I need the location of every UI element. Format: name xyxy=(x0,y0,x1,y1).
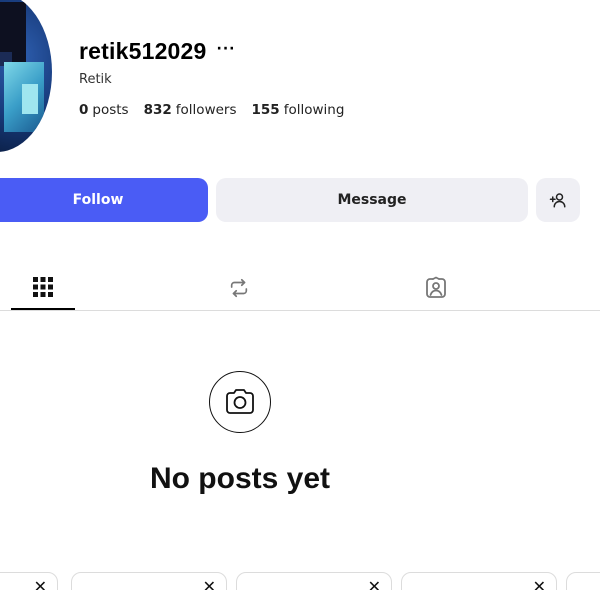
tab-grid[interactable] xyxy=(11,265,75,310)
close-icon[interactable]: ✕ xyxy=(203,577,216,590)
following-stat[interactable]: 155 following xyxy=(252,102,345,118)
message-button[interactable]: Message xyxy=(216,178,528,222)
followers-stat[interactable]: 832 followers xyxy=(144,102,237,118)
tagged-person-icon xyxy=(426,276,446,298)
suggestion-card[interactable] xyxy=(566,572,600,590)
close-icon[interactable]: ✕ xyxy=(368,577,381,590)
suggestion-card[interactable]: ✕ xyxy=(236,572,392,590)
add-user-button[interactable] xyxy=(536,178,580,222)
suggestion-card[interactable]: ✕ xyxy=(401,572,557,590)
ellipsis-icon[interactable]: ··· xyxy=(217,41,236,57)
empty-state-camera xyxy=(209,371,271,433)
posts-count: 0 xyxy=(79,102,89,118)
suggestion-card[interactable]: ✕ xyxy=(71,572,227,590)
followers-label: followers xyxy=(175,102,237,118)
following-count: 155 xyxy=(251,102,280,118)
close-icon[interactable]: ✕ xyxy=(533,577,546,590)
tab-tagged[interactable] xyxy=(404,265,468,311)
posts-label: posts xyxy=(92,102,129,118)
username-row: retik512029 ··· xyxy=(79,38,236,65)
posts-stat[interactable]: 0 posts xyxy=(79,102,129,118)
profile-page: retik512029 ··· Retik 0 posts 832 follower… xyxy=(0,0,600,590)
tab-reposts[interactable] xyxy=(207,265,271,311)
username: retik512029 xyxy=(79,38,207,64)
avatar[interactable] xyxy=(0,0,52,152)
profile-tabs xyxy=(0,265,600,311)
close-icon[interactable]: ✕ xyxy=(34,577,47,590)
grid-icon xyxy=(33,276,53,297)
followers-count: 832 xyxy=(143,102,172,118)
avatar-shape xyxy=(22,84,38,114)
follow-button[interactable]: Follow xyxy=(0,178,208,222)
camera-icon xyxy=(226,389,254,414)
display-name: Retik xyxy=(79,72,112,87)
following-label: following xyxy=(283,102,345,118)
profile-stats: 0 posts 832 followers 155 following xyxy=(79,102,359,118)
empty-state-title: No posts yet xyxy=(149,462,331,495)
repost-icon xyxy=(230,278,248,298)
add-user-icon xyxy=(549,193,566,208)
suggestion-card[interactable]: ✕ xyxy=(0,572,58,590)
